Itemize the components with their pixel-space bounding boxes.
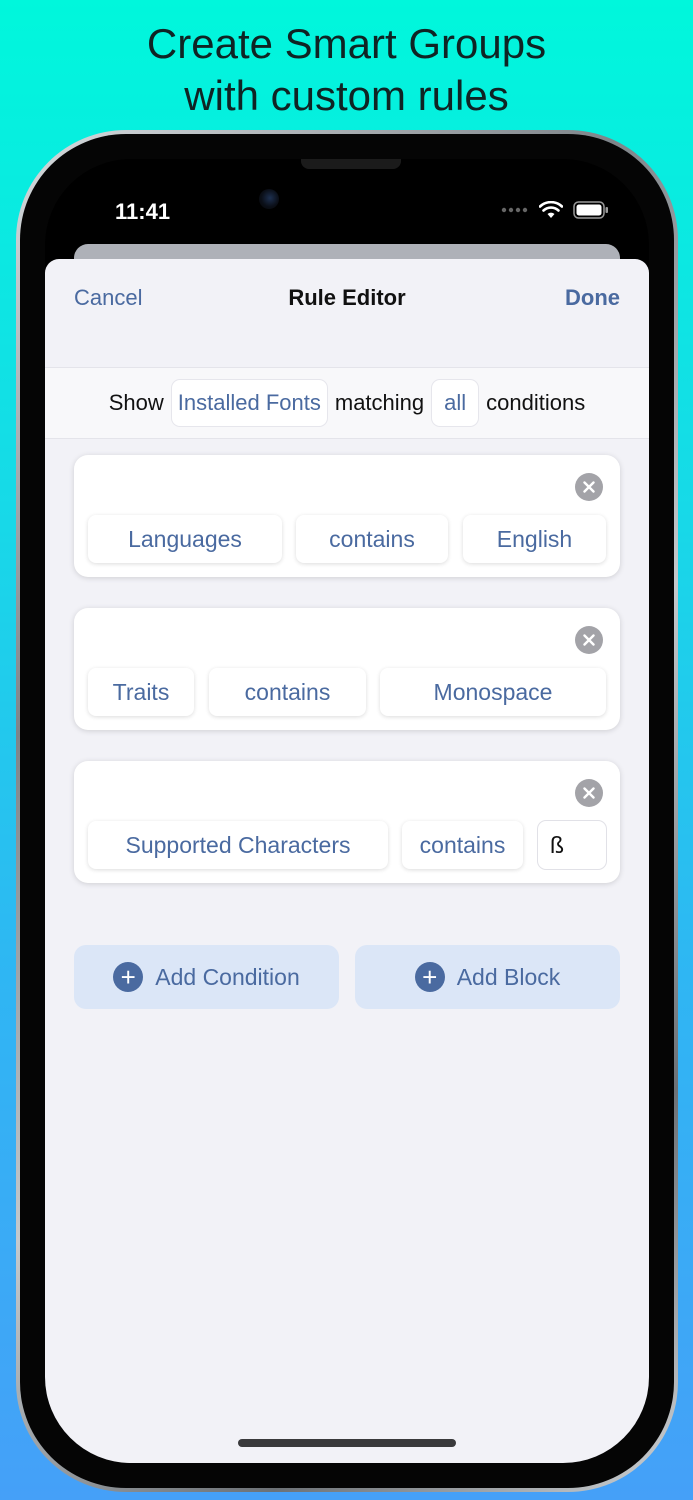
headline-line-2: with custom rules	[184, 72, 509, 119]
add-condition-label: Add Condition	[155, 963, 300, 990]
remove-condition-button[interactable]	[575, 473, 603, 501]
phone-frame: 11:41 Cancel Rule Editor Done Show Insta…	[16, 130, 678, 1492]
condition-operator-picker[interactable]: contains	[209, 668, 366, 716]
status-icons	[501, 201, 609, 219]
plus-icon: +	[414, 962, 445, 992]
headline: Create Smart Groups with custom rules	[0, 18, 693, 122]
rule-middle: matching	[334, 390, 425, 415]
plus-icon: +	[113, 962, 144, 992]
remove-condition-button[interactable]	[575, 626, 603, 654]
rule-summary-bar: Show Installed Fonts matching all condit…	[45, 367, 649, 439]
nav-title: Rule Editor	[288, 285, 406, 310]
wifi-icon	[539, 201, 563, 218]
phone-bezel: 11:41 Cancel Rule Editor Done Show Insta…	[20, 134, 674, 1488]
rule-prefix: Show	[108, 390, 164, 415]
close-icon	[583, 481, 595, 493]
condition-card: Languages contains English	[74, 455, 620, 577]
match-mode-picker[interactable]: all	[432, 380, 479, 426]
battery-icon	[573, 201, 608, 219]
speaker-grille	[301, 159, 401, 169]
camera-icon	[259, 189, 279, 209]
cellular-signal-icon	[501, 207, 528, 213]
screen: 11:41 Cancel Rule Editor Done Show Insta…	[45, 159, 649, 1463]
add-block-label: Add Block	[456, 963, 561, 990]
status-time: 11:41	[115, 199, 171, 224]
condition-operator-picker[interactable]: contains	[296, 515, 448, 563]
remove-condition-button[interactable]	[575, 779, 603, 807]
condition-value-picker[interactable]: Monospace	[380, 668, 606, 716]
condition-field-picker[interactable]: Traits	[88, 668, 194, 716]
rule-suffix: conditions	[486, 390, 586, 415]
done-button[interactable]: Done	[565, 285, 620, 311]
condition-field-picker[interactable]: Supported Characters	[88, 821, 388, 869]
condition-value-picker[interactable]: English	[463, 515, 606, 563]
condition-value-input[interactable]: ß	[538, 821, 606, 869]
condition-card: Supported Characters contains ß	[74, 761, 620, 883]
home-indicator[interactable]	[238, 1439, 456, 1447]
condition-card: Traits contains Monospace	[74, 608, 620, 730]
close-icon	[583, 634, 595, 646]
close-icon	[583, 787, 595, 799]
condition-field-picker[interactable]: Languages	[88, 515, 282, 563]
scope-picker[interactable]: Installed Fonts	[171, 380, 327, 426]
add-condition-button[interactable]: + Add Condition	[74, 945, 339, 1009]
condition-operator-picker[interactable]: contains	[402, 821, 523, 869]
headline-line-1: Create Smart Groups	[146, 20, 547, 67]
add-block-button[interactable]: + Add Block	[355, 945, 620, 1009]
